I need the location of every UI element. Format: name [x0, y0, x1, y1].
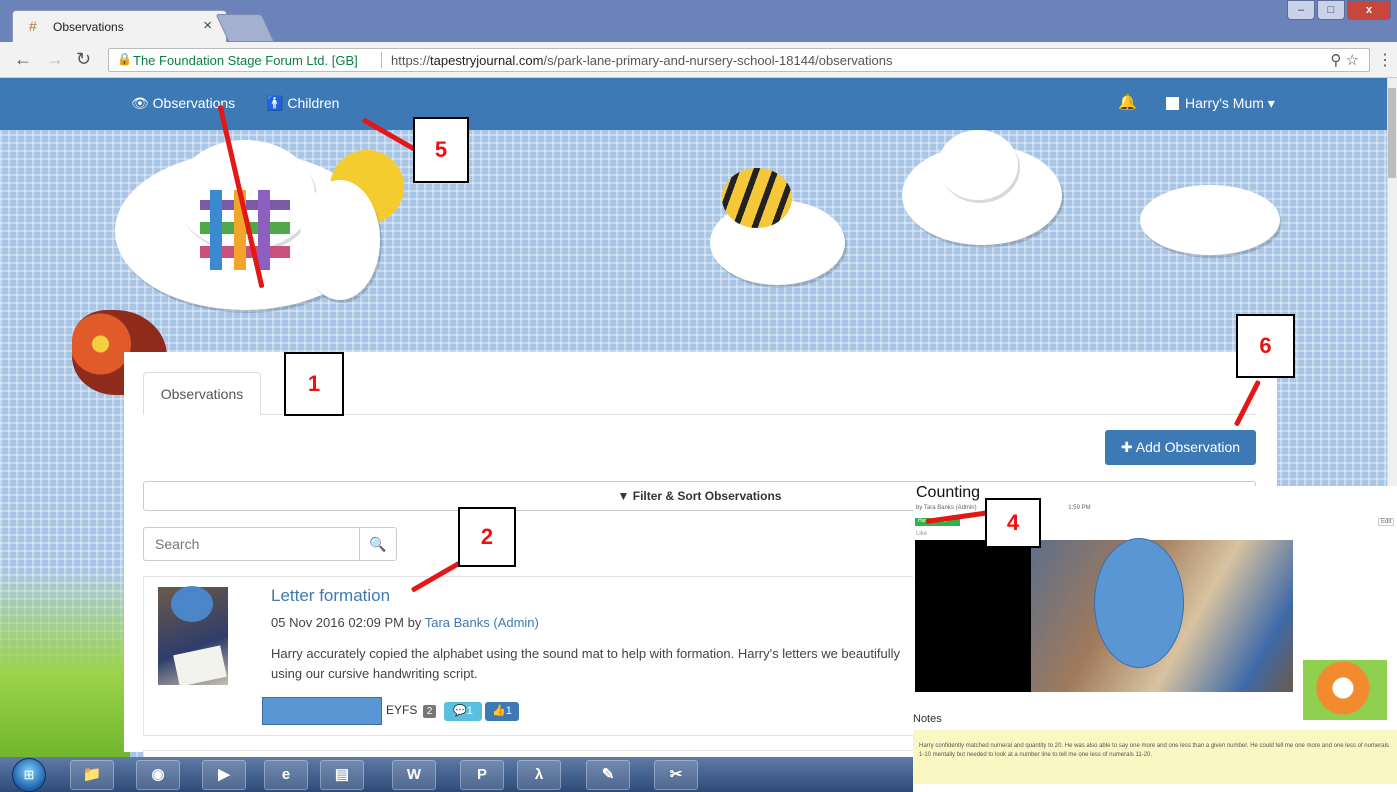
observation-text: Harry accurately copied the alphabet usi… — [271, 646, 900, 681]
browser-menu-icon[interactable]: ⋮ — [1377, 50, 1393, 70]
search-input[interactable] — [143, 527, 359, 561]
notes-label: Notes — [913, 713, 942, 725]
callout-4: 4 — [985, 498, 1041, 548]
eye-icon: 👁 — [131, 95, 153, 111]
video-face-redaction — [1094, 538, 1184, 668]
notes-box: Harry confidently matched numeral and qu… — [913, 730, 1397, 784]
snipping-tool-icon[interactable]: ✂ — [654, 760, 698, 790]
forward-arrow-icon[interactable]: → — [46, 49, 64, 70]
tab-close-icon[interactable]: × — [203, 17, 212, 34]
cloud-right-1-top — [938, 130, 1018, 200]
url-text: https://tapestryjournal.com/s/park-lane-… — [391, 53, 893, 68]
author-link[interactable]: Tara Banks (Admin) — [425, 615, 539, 630]
callout-2: 2 — [458, 507, 516, 567]
callout-1: 1 — [284, 352, 344, 416]
back-arrow-icon[interactable]: ← — [14, 49, 32, 70]
user-menu[interactable]: Harry's Mum ▾ — [1185, 95, 1275, 112]
address-bar[interactable]: 🔒 The Foundation Stage Forum Ltd. [GB] h… — [108, 48, 1370, 72]
internet-explorer-icon[interactable]: e — [264, 760, 308, 790]
thumbs-up-icon: 👍 — [492, 705, 506, 717]
name-redaction — [262, 697, 382, 725]
add-observation-button[interactable]: ✚ Add Observation — [1105, 430, 1256, 465]
browser-tab-observations[interactable]: # Observations × — [12, 10, 227, 42]
plus-icon: ✚ — [1120, 439, 1136, 455]
detail-title: Counting — [916, 484, 981, 501]
grass-decoration — [0, 570, 130, 760]
minimize-button[interactable]: – — [1287, 0, 1315, 20]
tab-title: Observations — [53, 20, 124, 34]
bell-icon[interactable]: 🔔 — [1118, 93, 1137, 111]
acrobat-icon[interactable]: λ — [517, 760, 561, 790]
media-player-icon[interactable]: ▶ — [202, 760, 246, 790]
browser-toolbar: ← → ↻ 🔒 The Foundation Stage Forum Ltd. … — [0, 42, 1397, 78]
detail-like[interactable]: Like — [916, 531, 927, 537]
cloud-right-2 — [1140, 185, 1280, 255]
user-avatar-icon — [1166, 97, 1179, 110]
site-navbar: 👁 Observations 🚹 Children 🔔 Harry's Mum … — [0, 78, 1387, 130]
observation-title[interactable]: Letter formation — [271, 586, 390, 606]
folder-icon[interactable]: ▤ — [320, 760, 364, 790]
comments-badge[interactable]: 💬1 — [444, 702, 482, 721]
tab-observations[interactable]: Observations — [143, 372, 261, 415]
decoration-peek — [1303, 660, 1387, 720]
bee-icon — [722, 168, 792, 228]
chrome-icon[interactable]: ◉ — [136, 760, 180, 790]
logo-cloud-right — [300, 180, 380, 300]
search-button[interactable]: 🔍 — [359, 527, 397, 561]
reload-icon[interactable]: ↻ — [76, 49, 91, 70]
file-explorer-icon[interactable]: 📁 — [70, 760, 114, 790]
comment-icon: 💬 — [453, 705, 467, 717]
detail-edit-button[interactable]: Edit — [1378, 518, 1395, 526]
url-separator — [381, 52, 382, 68]
word-icon[interactable]: W — [392, 760, 436, 790]
windows-start-icon[interactable]: ⊞ — [12, 758, 46, 792]
face-redaction — [171, 586, 213, 622]
maximize-button[interactable]: □ — [1317, 0, 1345, 20]
bookmark-star-icon[interactable]: ⚲ ☆ — [1330, 51, 1359, 69]
scrollbar-thumb[interactable] — [1388, 88, 1396, 178]
powerpoint-icon[interactable]: P — [460, 760, 504, 790]
callout-5: 5 — [413, 117, 469, 183]
eyfs-tag[interactable]: EYFS 2 — [386, 703, 437, 718]
callout-6: 6 — [1236, 314, 1295, 378]
nav-children[interactable]: 🚹 Children — [266, 95, 339, 112]
filter-icon: ▼ — [617, 489, 633, 503]
certificate-owner: The Foundation Stage Forum Ltd. [GB] — [133, 53, 358, 68]
observation-meta: 05 Nov 2016 02:09 PM by Tara Banks (Admi… — [271, 615, 539, 630]
child-icon: 🚹 — [266, 95, 288, 111]
lock-icon: 🔒 — [117, 52, 132, 66]
tapestry-favicon-icon: # — [29, 18, 37, 34]
window-controls: – □ x — [1287, 0, 1391, 20]
close-window-button[interactable]: x — [1347, 0, 1391, 20]
likes-badge[interactable]: 👍1 — [485, 702, 519, 721]
notes-app-icon[interactable]: ✎ — [586, 760, 630, 790]
search-icon: 🔍 — [369, 536, 387, 552]
